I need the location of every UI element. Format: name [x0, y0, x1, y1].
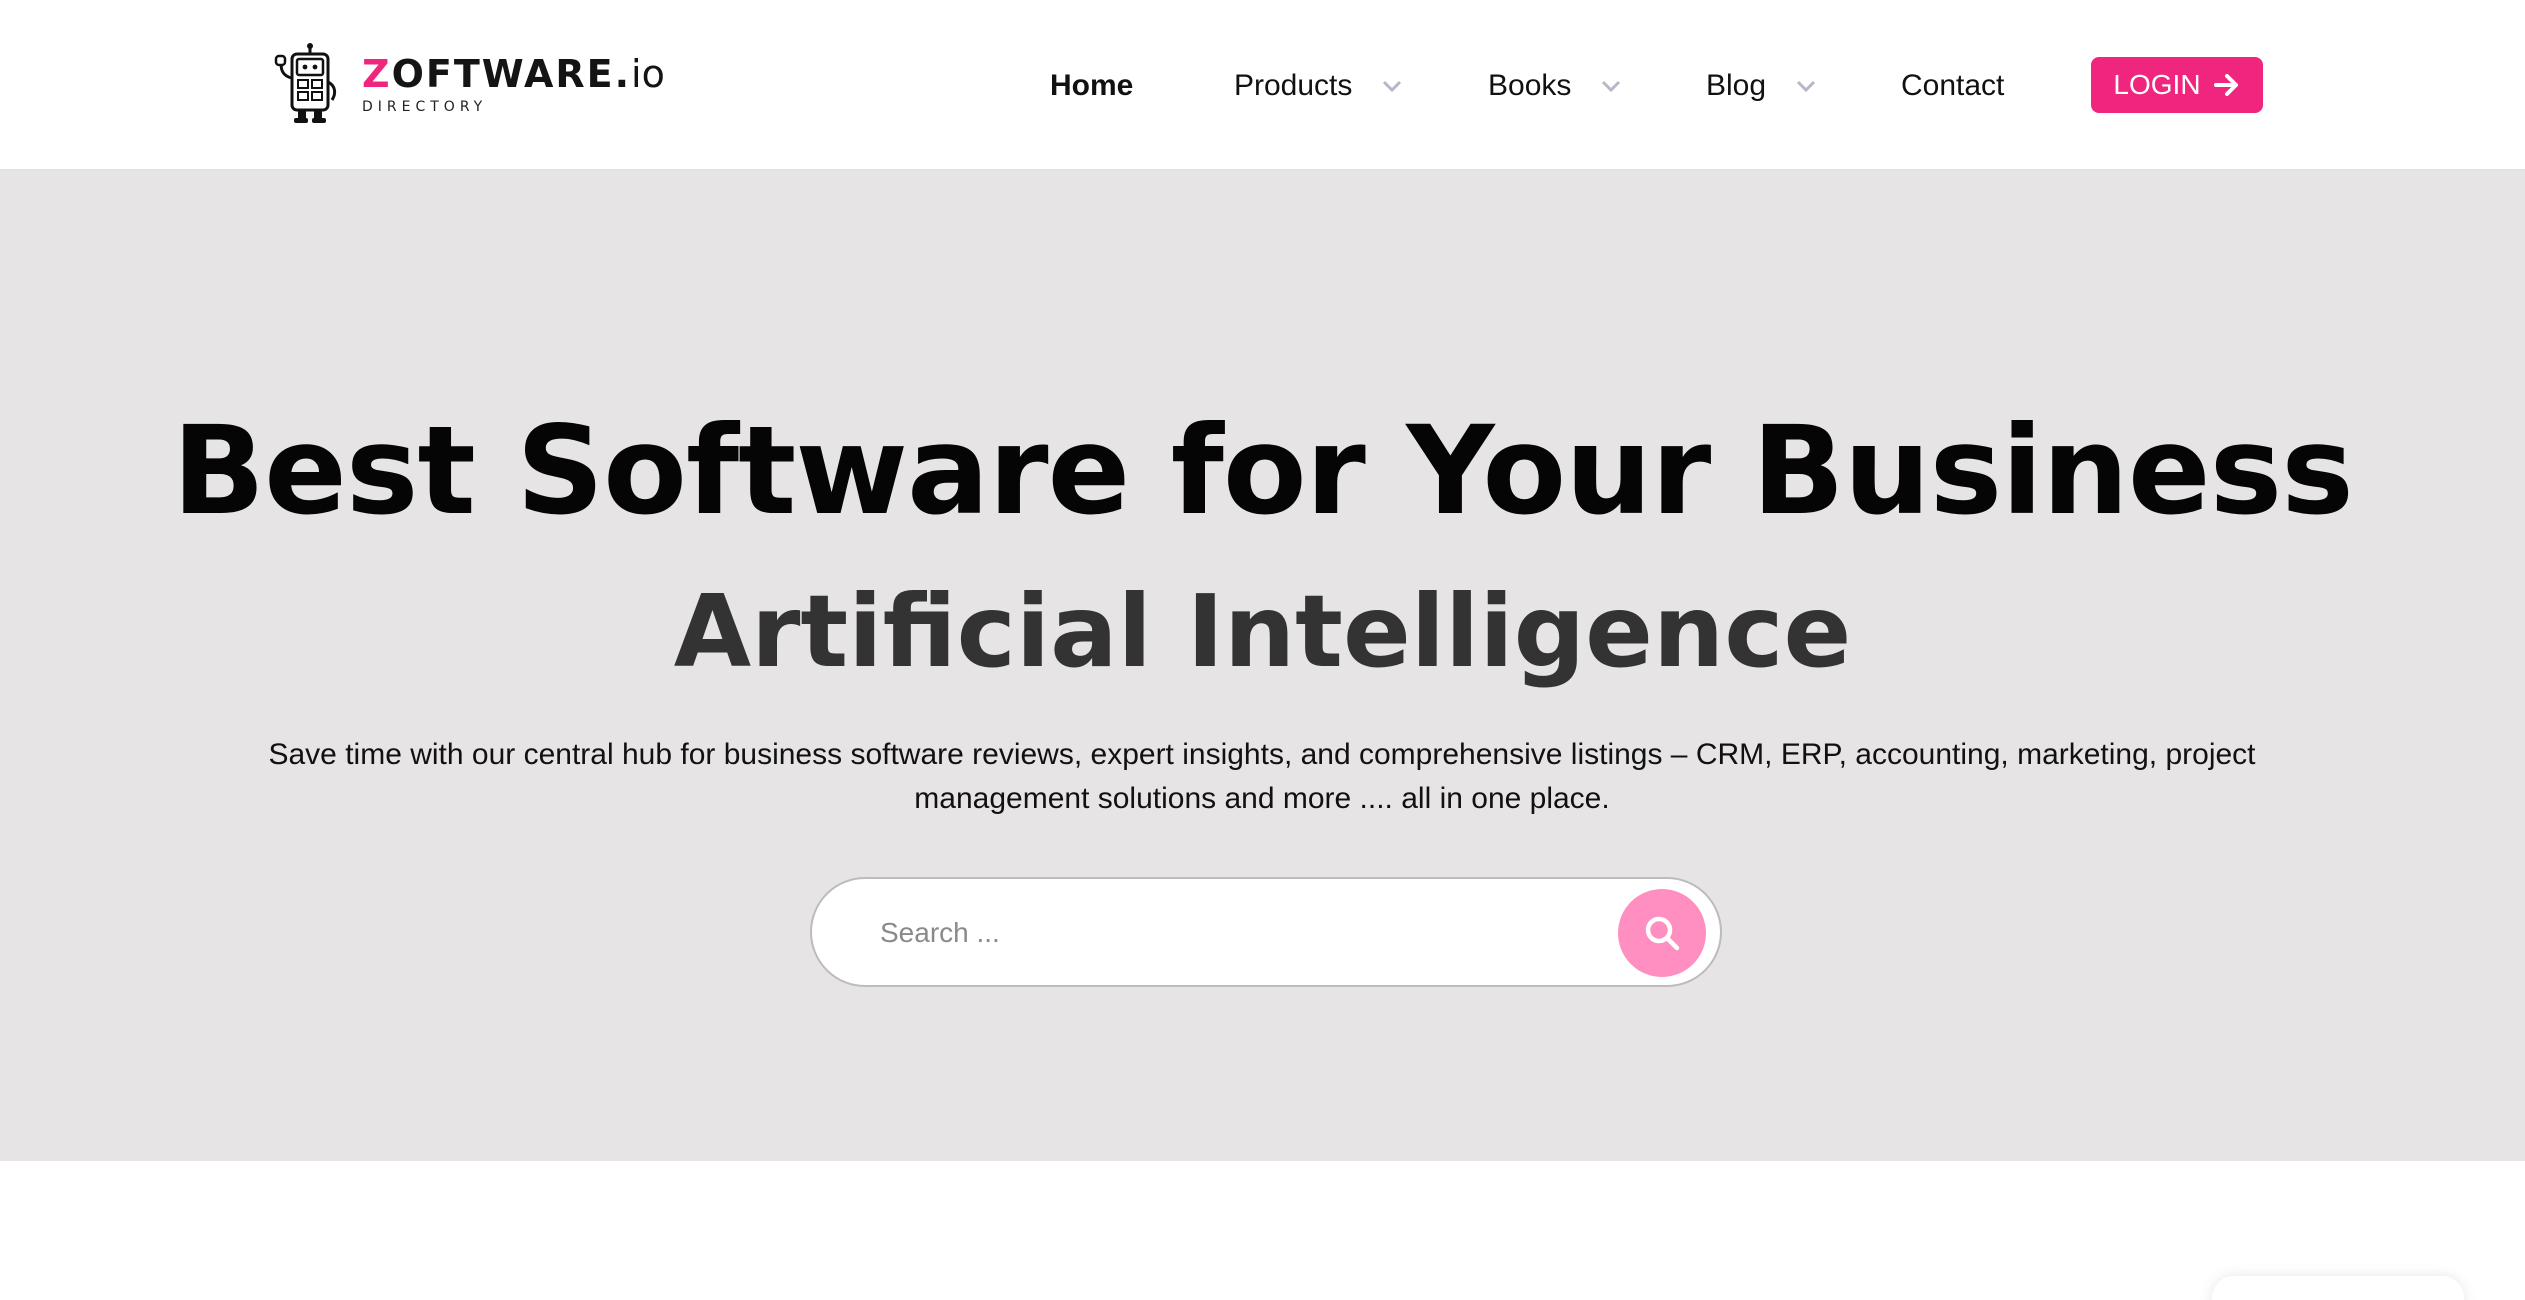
- floating-widget[interactable]: [2212, 1276, 2464, 1300]
- login-button-label: LOGIN: [2113, 69, 2201, 100]
- hero-title: Best Software for Your Business: [172, 400, 2354, 542]
- hero-section: Best Software for Your Business Artifici…: [0, 171, 2525, 1161]
- search-bar: [810, 877, 1722, 987]
- chevron-down-icon: [1383, 80, 1402, 93]
- hero-subtitle: Artificial Intelligence: [673, 573, 1852, 690]
- nav-item-books[interactable]: Books: [1488, 58, 1621, 114]
- nav-item-home[interactable]: Home: [1050, 58, 1133, 114]
- nav-item-blog[interactable]: Blog: [1706, 58, 1816, 114]
- search-button[interactable]: [1618, 889, 1706, 977]
- nav-item-label: Blog: [1706, 69, 1767, 102]
- arrow-right-icon: [2213, 74, 2238, 96]
- chevron-down-icon: [1796, 80, 1816, 93]
- site-header: ZOFTWARE.io DIRECTORY Home Products Book…: [0, 0, 2525, 171]
- chevron-down-icon: [1602, 80, 1621, 93]
- search-input[interactable]: [880, 903, 1580, 963]
- search-icon: [1645, 916, 1680, 951]
- nav-item-label: Products: [1234, 69, 1353, 102]
- nav-item-label: Home: [1050, 69, 1134, 102]
- nav-item-label: Books: [1488, 69, 1572, 102]
- nav-item-products[interactable]: Products: [1234, 58, 1402, 114]
- nav-item-label: Contact: [1901, 69, 2005, 102]
- hero-description: Save time with our central hub for busin…: [268, 738, 2256, 815]
- login-button[interactable]: LOGIN: [2091, 57, 2263, 113]
- nav-item-contact[interactable]: Contact: [1901, 58, 2004, 114]
